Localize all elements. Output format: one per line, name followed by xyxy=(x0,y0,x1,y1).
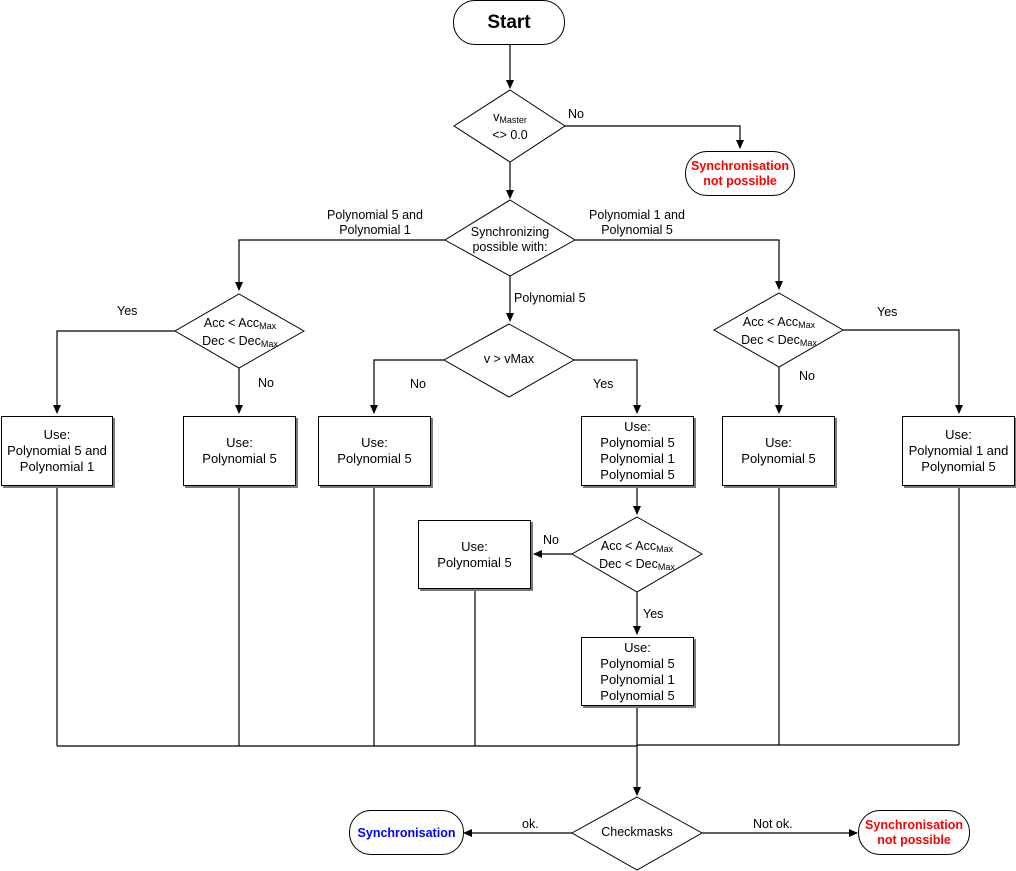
decision-vmaster-text: vMaster <> 0.0 xyxy=(464,110,556,143)
process-line: Polynomial 1 xyxy=(600,451,675,466)
label-branch-right: Polynomial 1 and Polynomial 5 xyxy=(572,208,702,238)
left-dec-sub: Max xyxy=(260,339,278,349)
edge-left-yes xyxy=(53,330,175,414)
process-line: Polynomial 1 xyxy=(600,671,675,687)
process-line: Use: xyxy=(361,435,388,450)
process-use-p5-p1-p5-lower: Use: Polynomial 5 Polynomial 1 Polynomia… xyxy=(581,637,694,706)
label-mid-no: No xyxy=(543,533,559,547)
mid-dec-sub: Max xyxy=(657,562,675,572)
label-branch-left-line1: Polynomial 5 and xyxy=(327,208,423,222)
sync-not-possible-bottom-line1: Synchronisation xyxy=(865,817,963,832)
left-acc-sub: Max xyxy=(259,321,277,331)
process-line: Polynomial 5 and xyxy=(7,443,107,458)
edge-branch-right xyxy=(575,239,783,290)
process-use-p5-mid-left: Use: Polynomial 5 xyxy=(318,416,431,486)
right-dec-condition: Dec < Dec xyxy=(741,333,800,347)
label-v-no: No xyxy=(410,377,426,391)
label-branch-mid: Polynomial 5 xyxy=(514,291,586,305)
process-use-p5-right: Use: Polynomial 5 xyxy=(722,416,835,486)
process-line: Use: xyxy=(945,427,972,442)
label-branch-left: Polynomial 5 and Polynomial 1 xyxy=(310,208,440,238)
label-right-yes: Yes xyxy=(877,305,898,319)
vmaster-sub: Master xyxy=(499,115,527,125)
label-left-no: No xyxy=(258,376,274,390)
syncpossible-line2: possible with: xyxy=(472,240,548,254)
process-use-p5-p1-p5-upper: Use: Polynomial 5 Polynomial 1 Polynomia… xyxy=(581,416,694,486)
left-acc-condition: Acc < Acc xyxy=(203,316,260,330)
process-use-p5-lower: Use: Polynomial 5 xyxy=(418,520,531,589)
decision-left-acc-text: Acc < AccMax Dec < DecMax xyxy=(180,316,300,352)
process-line: Use: xyxy=(461,538,488,554)
process-line: Use: xyxy=(765,435,792,450)
decision-checkmasks-text: Checkmasks xyxy=(587,825,687,840)
process-line: Polynomial 5 xyxy=(921,459,996,474)
v-condition: v > vMax xyxy=(483,352,535,366)
process-line: Polynomial 1 and xyxy=(908,443,1009,458)
vmaster-condition: <> 0.0 xyxy=(492,128,528,142)
edge-branch-left xyxy=(235,239,445,291)
process-line: Polynomial 5 xyxy=(437,554,512,570)
right-acc-sub: Max xyxy=(798,320,816,330)
mid-acc-condition: Acc < Acc xyxy=(600,539,657,553)
process-line: Polynomial 5 xyxy=(600,687,675,703)
start-label: Start xyxy=(487,11,531,33)
edge-vmaster-no xyxy=(565,125,744,149)
label-branch-right-line2: Polynomial 5 xyxy=(601,223,673,237)
edge-right-yes xyxy=(843,329,963,414)
decision-v-text: v > vMax xyxy=(459,352,559,367)
left-dec-condition: Dec < Dec xyxy=(202,334,261,348)
label-v-yes: Yes xyxy=(593,377,614,391)
start-terminal: Start xyxy=(453,0,565,45)
process-line: Use: xyxy=(624,419,651,434)
label-check-not-ok: Not ok. xyxy=(753,817,793,831)
process-line: Polynomial 5 xyxy=(202,451,277,466)
mid-acc-sub: Max xyxy=(656,544,674,554)
label-left-yes: Yes xyxy=(117,304,138,318)
decision-syncpossible-text: Synchronizing possible with: xyxy=(455,225,565,255)
sync-not-possible-top-line2: not possible xyxy=(703,173,777,188)
right-dec-sub: Max xyxy=(799,338,817,348)
label-branch-left-line2: Polynomial 1 xyxy=(339,223,411,237)
process-line: Polynomial 5 xyxy=(600,655,675,671)
sync-not-possible-top-terminal: Synchronisation not possible xyxy=(685,151,795,196)
process-use-p5-p1: Use: Polynomial 5 and Polynomial 1 xyxy=(1,416,113,486)
checkmasks-label: Checkmasks xyxy=(601,825,673,839)
process-line: Polynomial 1 xyxy=(19,459,95,474)
edge-v-no xyxy=(370,359,444,414)
synchronisation-label: Synchronisation xyxy=(357,825,456,840)
mid-dec-condition: Dec < Dec xyxy=(599,557,658,571)
process-line: Polynomial 5 xyxy=(600,467,675,482)
sync-not-possible-top-line1: Synchronisation xyxy=(691,158,789,173)
decision-right-acc-text: Acc < AccMax Dec < DecMax xyxy=(719,315,839,351)
label-right-no: No xyxy=(799,369,815,383)
decision-mid-acc-text: Acc < AccMax Dec < DecMax xyxy=(577,539,697,575)
label-vmaster-no: No xyxy=(568,107,584,121)
process-use-p1-p5: Use: Polynomial 1 and Polynomial 5 xyxy=(902,416,1015,486)
process-line: Use: xyxy=(624,639,651,655)
syncpossible-line1: Synchronizing xyxy=(470,225,550,239)
process-line: Use: xyxy=(43,427,71,442)
process-line: Polynomial 5 xyxy=(337,451,412,466)
process-line: Polynomial 5 xyxy=(600,435,675,450)
synchronisation-terminal: Synchronisation xyxy=(349,810,464,855)
sync-not-possible-bottom-line2: not possible xyxy=(877,832,951,847)
right-acc-condition: Acc < Acc xyxy=(742,315,799,329)
label-check-ok: ok. xyxy=(522,817,539,831)
process-line: Polynomial 5 xyxy=(741,451,816,466)
label-branch-right-line1: Polynomial 1 and xyxy=(589,208,685,222)
sync-not-possible-bottom-terminal: Synchronisation not possible xyxy=(858,810,970,855)
process-use-p5-left: Use: Polynomial 5 xyxy=(183,416,296,486)
process-line: Use: xyxy=(226,435,253,450)
label-mid-yes: Yes xyxy=(643,607,664,621)
